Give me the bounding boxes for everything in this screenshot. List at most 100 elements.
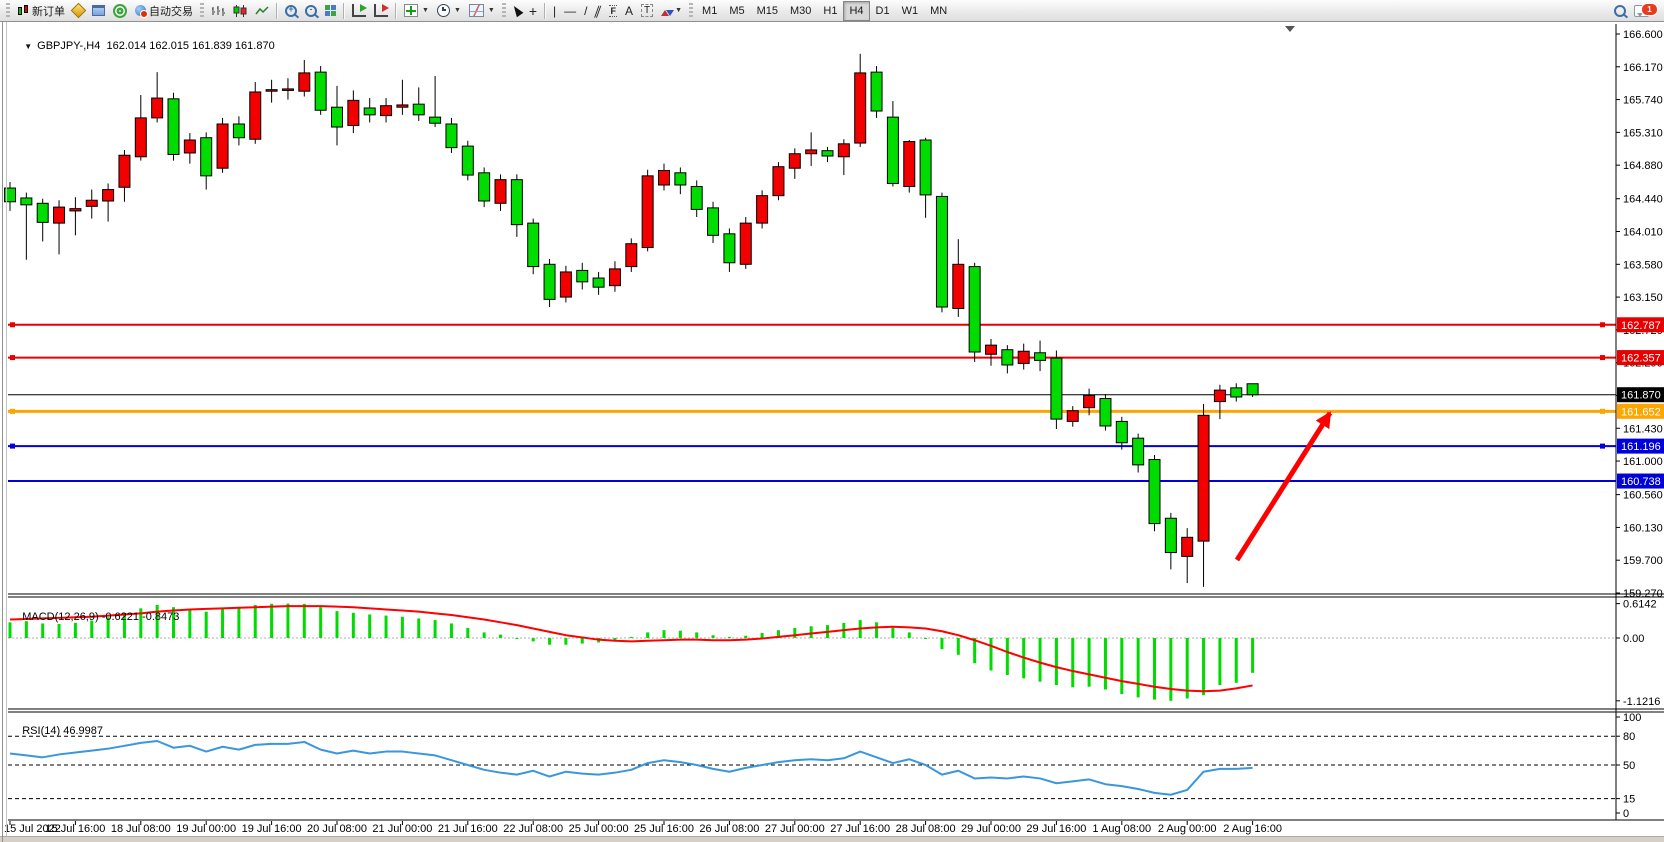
toolbar-grip[interactable]: [502, 3, 506, 18]
macd-axis-tick: 0.6142: [1623, 599, 1657, 611]
hline-handle[interactable]: [1600, 322, 1605, 327]
toolbar-grip[interactable]: [200, 3, 204, 18]
svg-text:162.787: 162.787: [1621, 320, 1661, 332]
hline-handle[interactable]: [10, 355, 15, 360]
bar-chart-mode-button[interactable]: [207, 1, 229, 21]
timeframe-bar: M1M5M15M30H1H4D1W1MN: [696, 1, 953, 21]
auto-scroll-button[interactable]: [348, 1, 370, 21]
candle: [740, 223, 751, 264]
line-chart-mode-button[interactable]: [251, 1, 273, 21]
vertical-line-tool-button[interactable]: |: [549, 1, 560, 21]
crosshair-tool-button[interactable]: +: [525, 1, 541, 21]
timeframe-button-h4[interactable]: H4: [843, 1, 869, 21]
zoom-out-button[interactable]: -: [301, 1, 321, 21]
candle: [21, 198, 32, 205]
price-label-161.652: 161.652: [1617, 404, 1664, 419]
hline-handle[interactable]: [1600, 409, 1605, 414]
candle-chart-mode-button[interactable]: [229, 1, 251, 21]
macd-bar: [532, 638, 535, 641]
templates-button[interactable]: ▼: [465, 1, 499, 21]
rsi-axis-tick: 80: [1623, 731, 1635, 743]
data-window-button[interactable]: [88, 1, 109, 21]
line-chart-icon: [255, 5, 269, 17]
macd-bar: [1186, 638, 1189, 698]
chart-shift-marker[interactable]: [1285, 26, 1295, 32]
candle: [201, 138, 212, 176]
fibonacci-tool-button[interactable]: F: [605, 1, 621, 21]
auto-trading-button[interactable]: 自动交易: [131, 1, 197, 21]
price-label-162.787: 162.787: [1617, 317, 1664, 332]
horizontal-line-tool-button[interactable]: —: [560, 1, 580, 21]
svg-text:162.357: 162.357: [1621, 353, 1661, 365]
notifications-button[interactable]: 1: [1630, 1, 1653, 21]
date-label: 2 Aug 00:00: [1158, 823, 1217, 835]
new-order-label: 新订单: [32, 3, 65, 19]
toolbar-separator: [343, 3, 345, 19]
indicators-button[interactable]: ▼: [400, 1, 433, 21]
timeframe-button-m15[interactable]: M15: [751, 1, 784, 21]
svg-text:161.870: 161.870: [1621, 390, 1661, 402]
hline-handle[interactable]: [1600, 355, 1605, 360]
tile-windows-button[interactable]: [321, 1, 340, 21]
macd-bar: [679, 631, 682, 638]
timeframe-button-h1[interactable]: H1: [817, 1, 843, 21]
trendline-tool-button[interactable]: /: [580, 1, 591, 21]
date-label: 21 Jul 00:00: [372, 823, 432, 835]
toolbar-grip[interactable]: [689, 3, 693, 18]
text-label-tool-button[interactable]: T: [637, 1, 657, 21]
macd-bar: [385, 616, 388, 638]
macd-bar: [483, 632, 486, 638]
window-left-border: [2, 22, 3, 842]
symbol-dropdown-icon[interactable]: ▼: [24, 42, 32, 51]
date-axis[interactable]: 15 Jul 202215 Jul 16:0018 Jul 08:0019 Ju…: [4, 821, 1282, 835]
hline-handle[interactable]: [10, 444, 15, 449]
rsi-axis-tick: 50: [1623, 760, 1635, 772]
candle: [381, 106, 392, 116]
hline-handle[interactable]: [10, 409, 15, 414]
candle: [544, 264, 555, 299]
main-toolbar: 新订单 自动交易 + - ▼ ▼ ▼ + | —: [0, 0, 1664, 22]
arrow-annotation[interactable]: [1237, 413, 1330, 560]
macd-bar: [990, 638, 993, 670]
fibonacci-icon: F: [609, 5, 617, 17]
date-label: 15 Jul 16:00: [45, 823, 105, 835]
new-order-button[interactable]: 新订单: [13, 1, 69, 21]
search-button[interactable]: [1610, 1, 1630, 21]
timeframe-button-w1[interactable]: W1: [896, 1, 925, 21]
timeframe-button-d1[interactable]: D1: [870, 1, 896, 21]
toolbar-grip[interactable]: [6, 3, 10, 18]
macd-bar: [1218, 638, 1221, 685]
cursor-tool-button[interactable]: [509, 1, 525, 21]
arrows-tool-button[interactable]: ▼: [657, 1, 686, 21]
periods-button[interactable]: ▼: [433, 1, 465, 21]
trendline-icon: /: [584, 5, 587, 17]
macd-bar: [434, 620, 437, 638]
chart-shift-button[interactable]: [370, 1, 392, 21]
timeframe-button-m30[interactable]: M30: [784, 1, 817, 21]
candle: [838, 144, 849, 157]
timeframe-button-m1[interactable]: M1: [696, 1, 723, 21]
chart-canvas[interactable]: 166.600166.170165.740165.310164.880164.4…: [0, 0, 1664, 842]
candle: [1231, 388, 1242, 397]
candle: [266, 90, 277, 92]
price-tick: 164.880: [1623, 160, 1663, 172]
macd-bar: [254, 605, 257, 638]
hline-handle[interactable]: [10, 322, 15, 327]
channel-tool-button[interactable]: ∥: [591, 1, 605, 21]
timeframe-button-m5[interactable]: M5: [723, 1, 750, 21]
macd-bar: [401, 617, 404, 638]
candle: [462, 146, 473, 175]
timeframe-button-mn[interactable]: MN: [924, 1, 953, 21]
channel-icon: ∥: [593, 5, 603, 17]
price-label-160.738: 160.738: [1617, 474, 1664, 489]
macd-bar: [875, 622, 878, 638]
price-axis[interactable]: 166.600166.170165.740165.310164.880164.4…: [1616, 29, 1663, 600]
mt4-window: 新订单 自动交易 + - ▼ ▼ ▼ + | —: [0, 0, 1664, 842]
candle: [103, 190, 114, 201]
market-watch-button[interactable]: [69, 1, 88, 21]
hline-handle[interactable]: [1600, 444, 1605, 449]
navigator-button[interactable]: [109, 1, 131, 21]
text-tool-button[interactable]: A: [621, 1, 637, 21]
zoom-in-button[interactable]: +: [281, 1, 301, 21]
candle: [920, 140, 931, 195]
